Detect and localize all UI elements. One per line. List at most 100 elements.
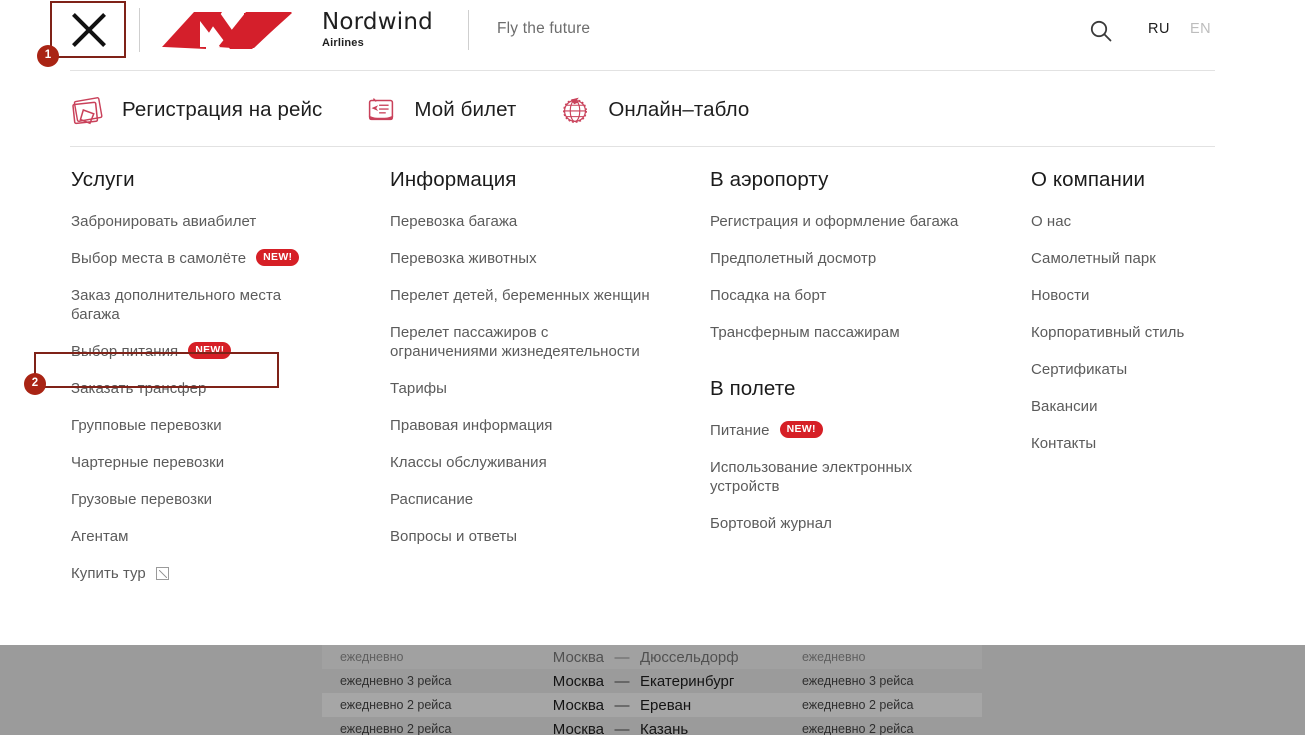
menu-column-v-aeroportu: В аэропорту Регистрация и оформление баг… — [710, 168, 1010, 542]
menu-item-label: Новости — [1031, 287, 1090, 304]
menu-item-label: Агентам — [71, 528, 129, 545]
lang-switch-ru[interactable]: RU — [1148, 21, 1170, 37]
menu-item-label: Предполетный досмотр — [710, 250, 877, 267]
menu-item-заказать-трансфер[interactable]: Заказать трансфер — [71, 370, 381, 407]
menu-item-label: Использование электронных устройств — [710, 459, 913, 495]
menu-item-групповые-перевозки[interactable]: Групповые перевозки — [71, 407, 381, 444]
menu-item-самолетный-парк[interactable]: Самолетный парк — [1031, 240, 1291, 277]
menu-item-label: Бортовой журнал — [710, 515, 832, 532]
menu-item-label: Регистрация и оформление багажа — [710, 213, 959, 230]
quicknav-item-online-board[interactable]: Онлайн–табло — [556, 91, 749, 129]
schedule-row: ежедневно 2 рейса Москва — Казань ежедневно … — [322, 717, 982, 735]
route-dash: — — [614, 720, 630, 735]
boarding-pass-icon — [72, 96, 103, 124]
menu-item-label: Тарифы — [390, 380, 447, 397]
menu-item-о-нас[interactable]: О нас — [1031, 203, 1291, 240]
page-backdrop-dimmed: ежедневно Москва — Дюссельдорф ежедневно ежед… — [0, 645, 1305, 735]
route-destination: Екатеринбург — [640, 672, 735, 690]
menu-item-питание[interactable]: Питание NEW! — [710, 412, 1010, 449]
menu-item-контакты[interactable]: Контакты — [1031, 425, 1291, 462]
site-header: Nordwind Airlines Fly the future RU EN — [0, 0, 1305, 60]
quicknav-item-checkin[interactable]: Регистрация на рейс — [70, 91, 322, 129]
menu-item-label: Групповые перевозки — [71, 417, 222, 434]
new-badge: NEW! — [779, 421, 823, 438]
menu-item-label: Самолетный парк — [1031, 250, 1156, 267]
menu-list-2: Регистрация и оформление багажа Предполет… — [710, 203, 1010, 351]
route-origin: Москва — [552, 696, 604, 714]
route-destination: Дюссельдорф — [640, 648, 739, 666]
menu-item-перелет-детей-беременных-женщин[interactable]: Перелет детей, беременных женщин — [390, 277, 700, 314]
menu-item-выбор-питания[interactable]: Выбор питания NEW! — [71, 333, 381, 370]
quicknav-item-my-ticket[interactable]: Мой билет — [362, 91, 516, 129]
search-button[interactable] — [1088, 18, 1114, 44]
schedule-route: Москва — Казань — [532, 721, 802, 735]
route-origin: Москва — [552, 648, 604, 666]
menu-item-label: Сертификаты — [1031, 361, 1128, 378]
route-dash: — — [614, 648, 630, 666]
menu-item-label: О нас — [1031, 213, 1072, 230]
close-icon — [68, 9, 110, 51]
external-link-icon — [155, 567, 169, 580]
route-origin: Москва — [552, 720, 604, 735]
menu-item-корпоративный-стиль[interactable]: Корпоративный стиль — [1031, 314, 1291, 351]
schedule-table: ежедневно Москва — Дюссельдорф ежедневно ежед… — [322, 645, 982, 735]
schedule-frequency-left: ежедневно 2 рейса — [340, 698, 452, 712]
menu-item-перевозка-багажа[interactable]: Перевозка багажа — [390, 203, 700, 240]
column-title: О компании — [1031, 168, 1146, 191]
quick-nav: Регистрация на рейс Мой билет Онлайн–таб… — [70, 82, 789, 137]
menu-item-label: Грузовые перевозки — [71, 491, 213, 508]
menu-item-посадка-на-борт[interactable]: Посадка на борт — [710, 277, 1010, 314]
close-button[interactable] — [52, 2, 126, 57]
menu-item-label: Выбор места в самолёте — [71, 250, 247, 267]
menu-item-вакансии[interactable]: Вакансии — [1031, 388, 1291, 425]
quicknav-label: Мой билет — [414, 97, 517, 121]
schedule-frequency-right: ежедневно 3 рейса — [802, 674, 914, 688]
menu-item-label: Корпоративный стиль — [1031, 324, 1185, 341]
menu-item-сертификаты[interactable]: Сертификаты — [1031, 351, 1291, 388]
menu-item-использование-электронных-устройств[interactable]: Использование электронных устройств — [710, 449, 1010, 505]
menu-item-label: Питание — [710, 422, 770, 439]
menu-item-label: Перевозка животных — [390, 250, 537, 267]
menu-item-правовая-информация[interactable]: Правовая информация — [390, 407, 700, 444]
menu-item-забронировать-авиабилет[interactable]: Забронировать авиабилет — [71, 203, 381, 240]
menu-item-классы-обслуживания[interactable]: Классы обслуживания — [390, 444, 700, 481]
annotation-marker-2: 2 — [24, 373, 46, 395]
menu-item-трансферным-пассажирам[interactable]: Трансферным пассажирам — [710, 314, 1010, 351]
menu-list-1: Перевозка багажа Перевозка животных Переле… — [390, 203, 700, 555]
menu-item-label: Вакансии — [1031, 398, 1098, 415]
annotation-marker-1: 1 — [37, 45, 59, 67]
menu-column-uslugi: Услуги Забронировать авиабилет Выбор мест… — [71, 168, 381, 592]
menu-list-3: О нас Самолетный парк Новости Корпоративный… — [1031, 203, 1291, 462]
menu-item-вопросы-и-ответы[interactable]: Вопросы и ответы — [390, 518, 700, 555]
menu-item-выбор-места-в-самолёте[interactable]: Выбор места в самолёте NEW! — [71, 240, 381, 277]
menu-item-тарифы[interactable]: Тарифы — [390, 370, 700, 407]
route-dash: — — [614, 672, 630, 690]
menu-item-купить-тур[interactable]: Купить тур — [71, 555, 381, 592]
menu-item-чартерные-перевозки[interactable]: Чартерные перевозки — [71, 444, 381, 481]
menu-item-агентам[interactable]: Агентам — [71, 518, 381, 555]
header-rule-bottom — [70, 146, 1215, 147]
menu-item-бортовой-журнал[interactable]: Бортовой журнал — [710, 505, 1010, 542]
header-rule-top — [70, 70, 1215, 71]
menu-item-label: Выбор питания — [71, 343, 179, 360]
route-destination: Ереван — [640, 696, 692, 714]
route-destination: Казань — [640, 720, 689, 735]
new-badge: NEW! — [256, 249, 300, 266]
route-dash: — — [614, 696, 630, 714]
menu-item-новости[interactable]: Новости — [1031, 277, 1291, 314]
brand-subtitle: Airlines — [322, 37, 364, 49]
menu-item-грузовые-перевозки[interactable]: Грузовые перевозки — [71, 481, 381, 518]
menu-item-label: Правовая информация — [390, 417, 553, 434]
globe-plane-icon — [563, 97, 588, 123]
schedule-route: Москва — Дюссельдорф — [532, 649, 802, 666]
schedule-frequency-left: ежедневно — [340, 650, 404, 664]
menu-item-перелет-пассажиров-с-ограничениями-жизне[interactable]: Перелет пассажиров с ограничениями жизне… — [390, 314, 700, 370]
nordwind-logo[interactable]: Nordwind Airlines — [160, 7, 433, 53]
menu-item-заказ-дополнительного-места-багажа[interactable]: Заказ дополнительного места багажа — [71, 277, 381, 333]
menu-item-регистрация-и-оформление-багажа[interactable]: Регистрация и оформление багажа — [710, 203, 1010, 240]
lang-switch-en[interactable]: EN — [1190, 21, 1211, 37]
new-badge: NEW! — [188, 342, 232, 359]
menu-item-расписание[interactable]: Расписание — [390, 481, 700, 518]
menu-item-перевозка-животных[interactable]: Перевозка животных — [390, 240, 700, 277]
menu-item-предполетный-досмотр[interactable]: Предполетный досмотр — [710, 240, 1010, 277]
